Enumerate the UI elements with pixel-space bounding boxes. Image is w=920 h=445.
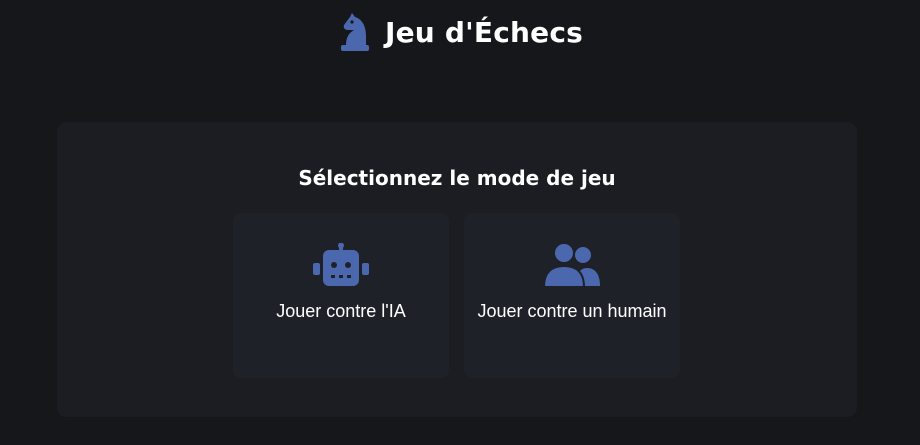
play-vs-human-label: Jouer contre un humain (477, 301, 667, 321)
app-title: Jeu d'Échecs (384, 15, 584, 49)
robot-icon (233, 241, 449, 289)
play-vs-ai-label: Jouer contre l'IA (276, 301, 406, 321)
play-vs-ai-button[interactable]: Jouer contre l'IA (233, 213, 449, 378)
app-header: Jeu d'Échecs (0, 6, 920, 58)
mode-selection-panel: Sélectionnez le mode de jeu Jouer contre… (57, 122, 857, 417)
users-icon (464, 241, 680, 289)
chess-knight-icon (337, 12, 371, 52)
play-vs-human-button[interactable]: Jouer contre un humain (464, 213, 680, 378)
mode-selection-heading: Sélectionnez le mode de jeu (298, 166, 616, 190)
